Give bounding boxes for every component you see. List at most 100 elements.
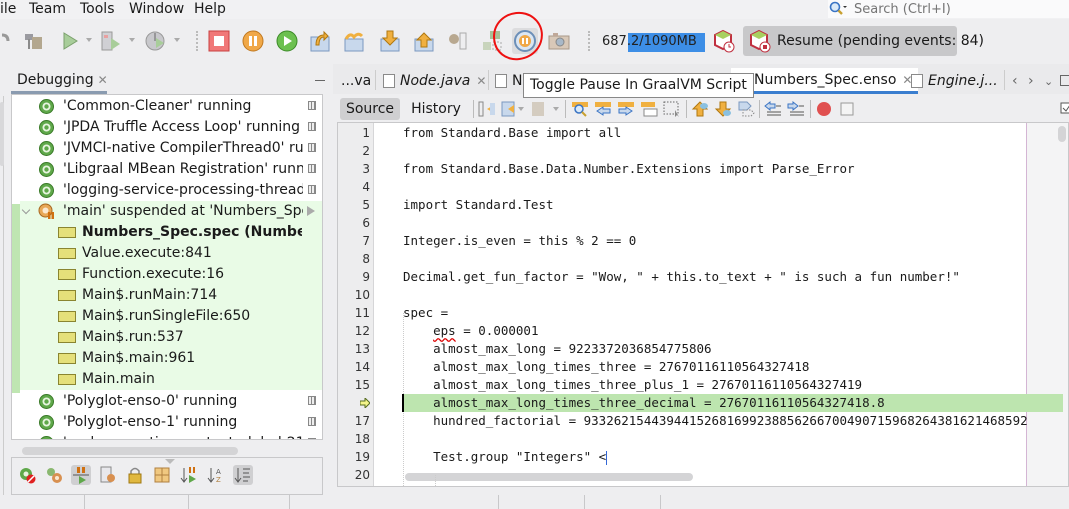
frame-row[interactable]: Main.main [20,369,322,390]
suspend-thread-icon[interactable] [308,396,316,405]
code-line[interactable]: from Standard.Base import all [403,124,621,142]
suspend-thread-icon[interactable] [308,143,316,152]
thread-row-suspended[interactable]: 'main' suspended at 'Numbers_Spec.enso' [20,201,322,222]
sort-natural-icon[interactable] [233,465,253,485]
frame-row[interactable]: Main$.runSingleFile:650 [20,306,322,327]
step-over-icon[interactable] [308,29,332,53]
left-edge-scrollbar[interactable] [0,102,4,166]
search-input[interactable] [848,1,1048,17]
editor-tab-engine-java[interactable]: Engine.j... [911,68,998,94]
menu-tools[interactable]: Tools [80,0,115,19]
thread-row[interactable]: 'Polyglot-enso-0' running [12,391,322,412]
tree-hscroll[interactable] [22,447,238,455]
code-line[interactable]: Test.group "Integers" < [403,448,608,466]
quick-search[interactable] [828,0,1069,18]
frame-row[interactable]: Value.execute:841 [20,243,322,264]
search-icon[interactable] [828,0,848,18]
apply-code-changes-icon[interactable] [480,29,504,53]
code-editor[interactable]: 1 from Standard.Base import all 2 3 from Sta… [337,122,1069,487]
code-line[interactable]: hundred_factorial = 93326215443944152681… [403,412,1028,430]
continue-icon[interactable] [275,29,299,53]
start-macro-recording-icon[interactable] [815,100,833,118]
find-previous-icon[interactable] [594,100,612,118]
memory-usage[interactable]: 687.2/1090MB [602,31,697,53]
history-tab[interactable]: History [405,98,467,120]
suspend-thread-icon[interactable] [308,164,316,173]
code-line[interactable]: import Standard.Test [403,196,554,214]
chevron-right-icon[interactable]: › [1028,73,1034,89]
thread-row[interactable]: 'Common-Cleaner' running [12,96,322,117]
toggle-pause-graalvm-icon[interactable] [512,28,538,54]
sort-suspended-icon[interactable] [179,465,199,485]
clean-build-icon[interactable] [0,29,14,53]
tab-debugging[interactable]: Debugging ✕ [11,68,108,94]
thread-row[interactable]: 'logging-service-processing-thread' runn… [12,180,322,201]
close-icon[interactable]: ✕ [476,74,486,88]
resume-button[interactable]: Resume (pending events: 84) [743,26,984,56]
find-next-icon[interactable] [617,100,635,118]
build-icon[interactable] [22,29,46,53]
next-bookmark-icon[interactable] [714,100,732,118]
last-edit-icon[interactable] [478,100,496,118]
toggle-highlight-icon[interactable] [640,100,658,118]
minimize-button[interactable] [315,80,325,81]
previous-bookmark-icon[interactable] [691,100,709,118]
graalvm-gc-icon[interactable] [711,29,735,53]
frame-row[interactable]: Numbers_Spec.spec (Numbers_Spec.enso:16) [20,222,322,243]
code-line[interactable]: almost_max_long_times_three_decimal = 27… [403,394,885,412]
editor-vscroll-track[interactable] [1027,123,1068,486]
thread-row[interactable]: 'Polyglot-enso-1' running [12,412,322,433]
code-line[interactable]: Decimal.get_fun_factor = "Wow, " + this.… [403,268,960,286]
forward-icon[interactable] [530,100,548,118]
source-tab[interactable]: Source [340,98,400,120]
back-icon[interactable] [500,100,518,118]
editor-tab-numbers-spec[interactable]: Numbers_Spec.enso ✕ [731,68,919,94]
drag-handle[interactable] [165,459,175,464]
suspend-thread-icon[interactable] [308,101,316,110]
step-over-expression-icon[interactable] [342,29,366,53]
step-out-icon[interactable] [412,29,436,53]
system-threads-icon[interactable] [98,465,118,485]
code-line[interactable]: from Standard.Base.Data.Number.Extension… [403,160,855,178]
code-line[interactable]: almost_max_long_times_three = 2767011611… [403,358,809,376]
editor-vscroll[interactable] [1058,126,1066,142]
qualified-names-icon[interactable] [152,465,172,485]
stop-icon[interactable] [207,29,231,53]
menu-team[interactable]: Team [29,0,66,19]
editor-tab[interactable]: ...va [341,68,371,94]
frame-row[interactable]: Main$.run:537 [20,327,322,348]
menu-help[interactable]: Help [194,0,226,19]
resume-threads-icon[interactable] [17,465,37,485]
pause-icon[interactable] [241,29,265,53]
thread-row[interactable]: 'JPDA Truffle Access Loop' running [12,117,322,138]
chevron-down-icon[interactable]: ⌄ [1044,75,1053,88]
frame-row[interactable]: Main$.main:961 [20,348,322,369]
diff-icon[interactable] [1060,100,1069,118]
run-to-cursor-icon[interactable] [446,29,470,53]
close-icon[interactable]: ✕ [98,73,108,87]
suspend-thread-icon[interactable] [308,438,316,439]
chevron-left-icon[interactable]: ‹ [1012,73,1018,89]
maximize-icon[interactable] [1060,75,1069,86]
code-line[interactable]: almost_max_long = 9223372036854775806 [403,340,711,358]
chevron-down-icon[interactable] [21,205,31,215]
thread-row[interactable]: 'JVMCI-native CompilerThread0' running [12,138,322,159]
menu-file[interactable]: ile [0,0,16,19]
code-line[interactable]: eps = 0.000001 [403,322,538,340]
suspend-table-icon[interactable] [71,465,91,485]
stop-macro-recording-icon[interactable] [838,100,856,118]
take-snapshot-icon[interactable] [547,29,571,53]
suspend-thread-icon[interactable] [308,417,316,426]
code-line[interactable]: spec = [403,304,448,322]
step-into-icon[interactable] [378,29,402,53]
suspend-thread-icon[interactable] [308,122,316,131]
editor-hscroll[interactable] [405,473,693,481]
toggle-bookmark-icon[interactable] [737,100,755,118]
suspended-threads-icon[interactable] [44,465,64,485]
shift-left-icon[interactable] [764,100,782,118]
debug-icon[interactable] [99,29,123,53]
editor-tab[interactable]: N [495,68,522,94]
editor-tab-node-java[interactable]: Node.java ✕ [383,68,486,94]
rectangular-selection-icon[interactable] [663,100,681,118]
code-line[interactable]: Integer.is_even = this % 2 == 0 [403,232,636,250]
